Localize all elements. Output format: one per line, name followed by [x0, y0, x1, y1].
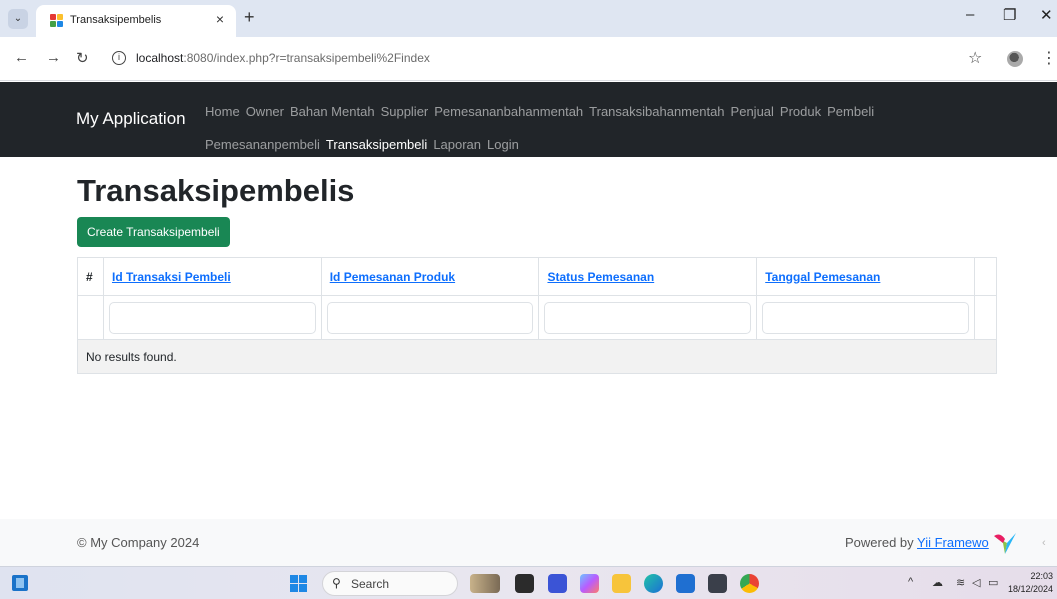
url-text: localhost:8080/index.php?r=transaksipemb…: [136, 51, 430, 65]
filter-input-tanggal[interactable]: [762, 301, 969, 334]
sort-link-id-transaksi[interactable]: Id Transaksi Pembeli: [112, 270, 231, 284]
nav-links: Home Owner Bahan Mentah Supplier Pemesananba…: [205, 95, 965, 161]
scroll-left-icon[interactable]: ‹: [1042, 537, 1046, 549]
os-taskbar: ⚲ Search ^ ☁ ≋ ◁ ▭ 22:03 18/12/2024: [0, 566, 1057, 599]
copyright-text: © My Company 2024: [77, 535, 200, 550]
news-widget-icon[interactable]: [470, 574, 500, 593]
filter-row: [77, 295, 998, 340]
battery-icon[interactable]: ▭: [988, 576, 998, 589]
chrome-icon[interactable]: [740, 574, 759, 593]
back-arrow-icon[interactable]: ←: [14, 49, 29, 66]
yii-framework-link[interactable]: Yii Framewo: [917, 535, 989, 550]
filter-cell: [756, 295, 975, 340]
microsoft-store-icon[interactable]: [676, 574, 695, 593]
cloud-off-icon[interactable]: ☁: [932, 576, 943, 589]
nav-link-pemesananpembeli[interactable]: Pemesananpembeli: [205, 128, 320, 161]
taskbar-clock[interactable]: 22:03 18/12/2024: [1000, 570, 1053, 596]
table-header-row: # Id Transaksi Pembeli Id Pemesanan Prod…: [77, 257, 998, 296]
create-transaksipembeli-button[interactable]: Create Transaksipembeli: [77, 217, 230, 247]
nav-link-pemesananbahanmentah[interactable]: Pemesananbahanmentah: [434, 95, 583, 128]
column-header-serial: #: [77, 257, 104, 296]
site-info-icon[interactable]: i: [112, 51, 126, 65]
nav-link-owner[interactable]: Owner: [246, 95, 284, 128]
wifi-icon[interactable]: ≋: [956, 576, 965, 589]
column-header-id-transaksi[interactable]: Id Transaksi Pembeli: [102, 257, 322, 296]
clock-date: 18/12/2024: [1007, 584, 1053, 594]
volume-icon[interactable]: ◁: [972, 576, 980, 589]
browser-toolbar: ← → ↻ i localhost:8080/index.php?r=trans…: [0, 37, 1057, 81]
tab-close-icon[interactable]: ×: [216, 11, 224, 27]
forward-arrow-icon[interactable]: →: [46, 49, 61, 66]
nav-link-home[interactable]: Home: [205, 95, 240, 128]
browser-menu-icon[interactable]: ⋮: [1041, 48, 1057, 68]
nav-link-transaksipembeli[interactable]: Transaksipembeli: [326, 128, 427, 161]
column-header-id-pemesanan[interactable]: Id Pemesanan Produk: [320, 257, 540, 296]
terminal-icon[interactable]: [708, 574, 727, 593]
nav-link-supplier[interactable]: Supplier: [381, 95, 429, 128]
copilot-icon[interactable]: [580, 574, 599, 593]
filter-cell: [538, 295, 758, 340]
taskbar-search-label: Search: [351, 577, 390, 591]
empty-message: No results found.: [77, 339, 997, 374]
close-window-icon[interactable]: ✕: [1040, 6, 1053, 24]
windows-start-icon[interactable]: [290, 575, 307, 592]
browser-tab-active[interactable]: Transaksipembelis ×: [36, 5, 236, 37]
profile-avatar[interactable]: [1007, 51, 1023, 67]
nav-link-laporan[interactable]: Laporan: [433, 128, 481, 161]
empty-row: No results found.: [77, 339, 997, 374]
nav-link-penjual[interactable]: Penjual: [731, 95, 774, 128]
edge-browser-icon[interactable]: [644, 574, 663, 593]
filter-input-id-transaksi[interactable]: [108, 301, 316, 334]
filter-cell-empty: [973, 295, 998, 340]
nav-link-transaksibahanmentah[interactable]: Transaksibahanmentah: [589, 95, 724, 128]
nav-link-bahan-mentah[interactable]: Bahan Mentah: [290, 95, 375, 128]
clock-time: 22:03: [1030, 571, 1053, 581]
filter-cell-empty: [77, 295, 104, 340]
powered-by-text: Powered by Yii Framewo: [845, 535, 989, 550]
task-view-icon[interactable]: [515, 574, 534, 593]
reload-icon[interactable]: ↻: [76, 49, 89, 67]
sort-link-status[interactable]: Status Pemesanan: [547, 270, 654, 284]
browser-tabstrip: ⌄ Transaksipembelis × + – ❐ ✕: [0, 0, 1057, 37]
column-header-status[interactable]: Status Pemesanan: [538, 257, 758, 296]
filter-cell: [320, 295, 540, 340]
page-title: Transaksipembelis: [77, 173, 355, 208]
column-header-actions: [973, 257, 998, 296]
tab-search-chevron-icon[interactable]: ⌄: [8, 9, 28, 29]
file-explorer-icon[interactable]: [612, 574, 631, 593]
yii-logo-icon: [994, 533, 1016, 554]
sort-link-id-pemesanan[interactable]: Id Pemesanan Produk: [330, 270, 455, 284]
minimize-icon[interactable]: –: [966, 6, 974, 23]
bookmark-star-icon[interactable]: ☆: [968, 48, 982, 68]
filter-cell: [102, 295, 322, 340]
taskbar-search-box[interactable]: ⚲ Search: [322, 571, 458, 596]
nav-link-pembeli[interactable]: Pembeli: [827, 95, 874, 128]
brand-link[interactable]: My Application: [76, 109, 186, 129]
column-header-tanggal[interactable]: Tanggal Pemesanan: [756, 257, 975, 296]
sort-link-tanggal[interactable]: Tanggal Pemesanan: [765, 270, 880, 284]
new-tab-button[interactable]: +: [244, 7, 255, 28]
address-bar[interactable]: i localhost:8080/index.php?r=transaksipe…: [100, 44, 1000, 74]
grid-table: # Id Transaksi Pembeli Id Pemesanan Prod…: [77, 257, 998, 374]
visual-studio-icon[interactable]: [548, 574, 567, 593]
filter-input-id-pemesanan[interactable]: [326, 301, 534, 334]
nav-link-login[interactable]: Login: [487, 128, 519, 161]
tab-title: Transaksipembelis: [70, 14, 162, 26]
widgets-icon[interactable]: [12, 575, 28, 591]
restore-icon[interactable]: ❐: [1003, 6, 1016, 24]
yii-favicon-icon: [50, 14, 64, 28]
page-footer: © My Company 2024 Powered by Yii Framewo…: [0, 519, 1057, 566]
search-icon: ⚲: [332, 576, 341, 590]
app-navbar: My Application Home Owner Bahan Mentah Supp…: [0, 82, 1057, 157]
tray-overflow-icon[interactable]: ^: [908, 576, 913, 588]
filter-input-status[interactable]: [544, 301, 752, 334]
nav-link-produk[interactable]: Produk: [780, 95, 821, 128]
